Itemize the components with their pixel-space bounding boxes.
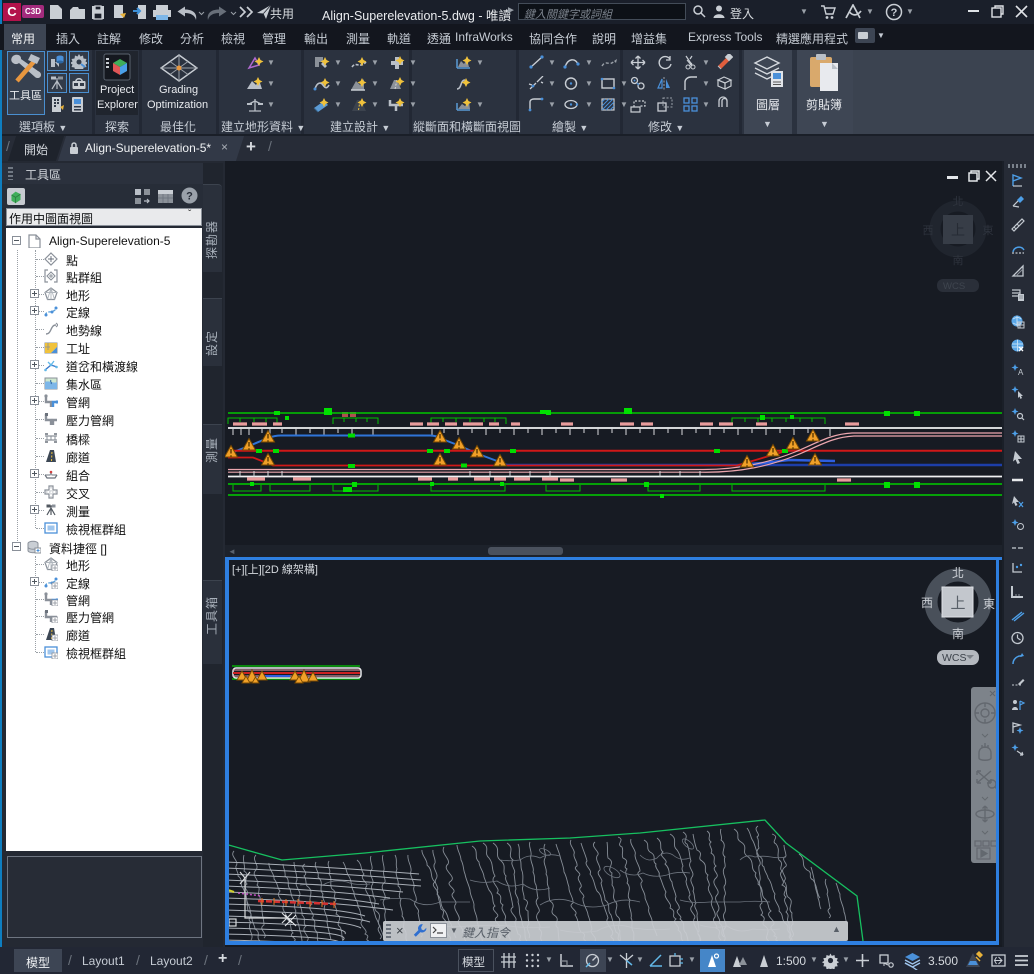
svg-text:東: 東 (983, 595, 995, 612)
svg-text:南: 南 (952, 625, 964, 642)
svg-text:上: 上 (950, 592, 965, 613)
svg-text:西: 西 (921, 594, 933, 611)
svg-text:北: 北 (952, 564, 964, 581)
svg-text:WCS: WCS (942, 652, 967, 664)
svg-text:?: ? (891, 7, 898, 19)
svg-text:?: ? (186, 191, 193, 203)
svg-text:A: A (1018, 368, 1024, 377)
